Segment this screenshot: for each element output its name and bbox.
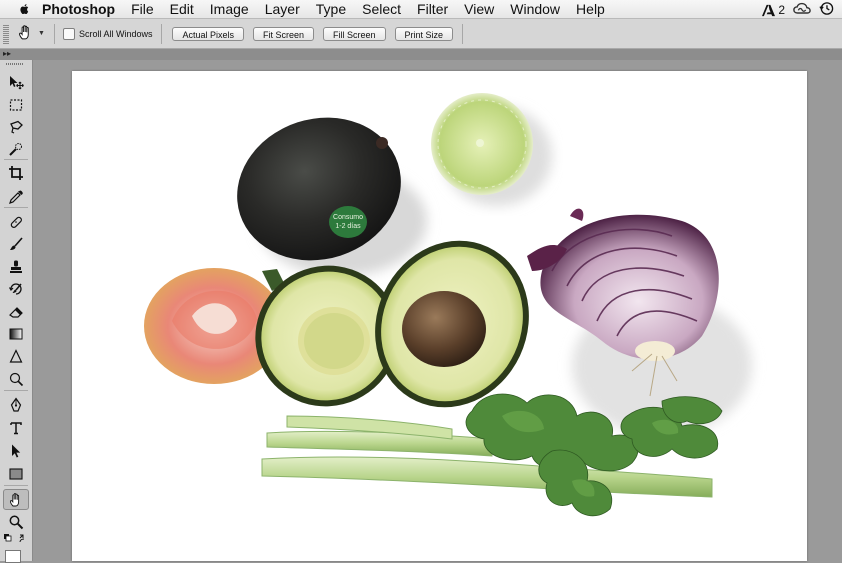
type-icon[interactable] [3,418,29,437]
path-selection-icon[interactable] [3,441,29,460]
print-size-button[interactable]: Print Size [394,26,454,41]
fill-screen-button[interactable]: Fill Screen [323,26,386,41]
foreground-color-swatch[interactable] [5,550,21,563]
quick-selection-icon[interactable] [3,139,29,158]
adobe-badge-count: 2 [778,3,785,17]
zoom-icon[interactable] [3,512,29,531]
menu-help[interactable]: Help [576,1,605,17]
collapse-panels-icon[interactable]: ▸▸ [3,49,11,59]
actual-pixels-button[interactable]: Actual Pixels [172,26,244,41]
blur-icon[interactable] [3,347,29,366]
healing-brush-icon[interactable] [3,212,29,231]
tools-separator [4,159,28,160]
menu-layer[interactable]: Layer [265,1,300,17]
menu-filter[interactable]: Filter [417,1,448,17]
panel-header-strip: ▸▸ [0,49,842,60]
time-machine-icon[interactable] [819,1,834,19]
menu-image[interactable]: Image [210,1,249,17]
tool-preset-picker[interactable]: ▼ [17,24,45,43]
menu-select[interactable]: Select [362,1,401,17]
tools-panel-grip[interactable] [6,63,24,65]
fit-screen-button[interactable]: Fit Screen [253,26,315,41]
move-tool-icon[interactable] [3,72,29,91]
brush-icon[interactable] [3,234,29,253]
apple-icon[interactable] [18,2,32,16]
pen-icon[interactable] [3,395,29,414]
color-swatch-controls[interactable] [3,532,29,546]
chevron-down-icon: ▼ [38,30,45,37]
options-separator [53,23,55,44]
tools-panel [0,60,33,563]
menubar-tray: 2 [761,1,834,19]
lasso-icon[interactable] [3,117,29,136]
rectangular-marquee-icon[interactable] [3,95,29,114]
gradient-icon[interactable] [3,324,29,343]
clone-stamp-icon[interactable] [3,257,29,276]
scroll-all-windows-checkbox[interactable]: Scroll All Windows [62,27,153,40]
options-bar: ▼ Scroll All Windows Actual Pixels Fit S… [0,19,842,49]
options-separator [462,23,464,44]
tools-separator [4,390,28,391]
crop-icon[interactable] [3,163,29,182]
menu-edit[interactable]: Edit [170,1,194,17]
menu-window[interactable]: Window [510,1,560,17]
options-separator [161,23,163,44]
checkbox-box[interactable] [62,27,75,40]
dodge-icon[interactable] [3,369,29,388]
hand-icon [17,24,34,43]
adobe-icon[interactable]: 2 [761,3,785,17]
scroll-all-windows-label: Scroll All Windows [78,28,153,39]
tools-separator [4,485,28,486]
eraser-icon[interactable] [3,302,29,321]
history-brush-icon[interactable] [3,279,29,298]
creative-cloud-icon[interactable] [793,2,811,18]
options-bar-grip[interactable] [3,23,9,44]
rectangle-shape-icon[interactable] [3,464,29,483]
tools-separator [4,207,28,208]
hand-tool-icon[interactable] [3,489,29,510]
menu-type[interactable]: Type [316,1,346,17]
menu-bar: Photoshop File Edit Image Layer Type Sel… [0,0,842,19]
menu-file[interactable]: File [131,1,154,17]
sticker-text-1: Consumo [333,214,363,221]
workspace-margin [807,60,842,561]
document-canvas[interactable]: Consumo 1-2 días [72,71,807,561]
eyedropper-icon[interactable] [3,187,29,206]
vegetables-photo: Consumo 1-2 días [144,93,752,517]
app-name-menu[interactable]: Photoshop [42,1,115,17]
sticker-text-2: 1-2 días [335,223,361,230]
menu-view[interactable]: View [464,1,494,17]
